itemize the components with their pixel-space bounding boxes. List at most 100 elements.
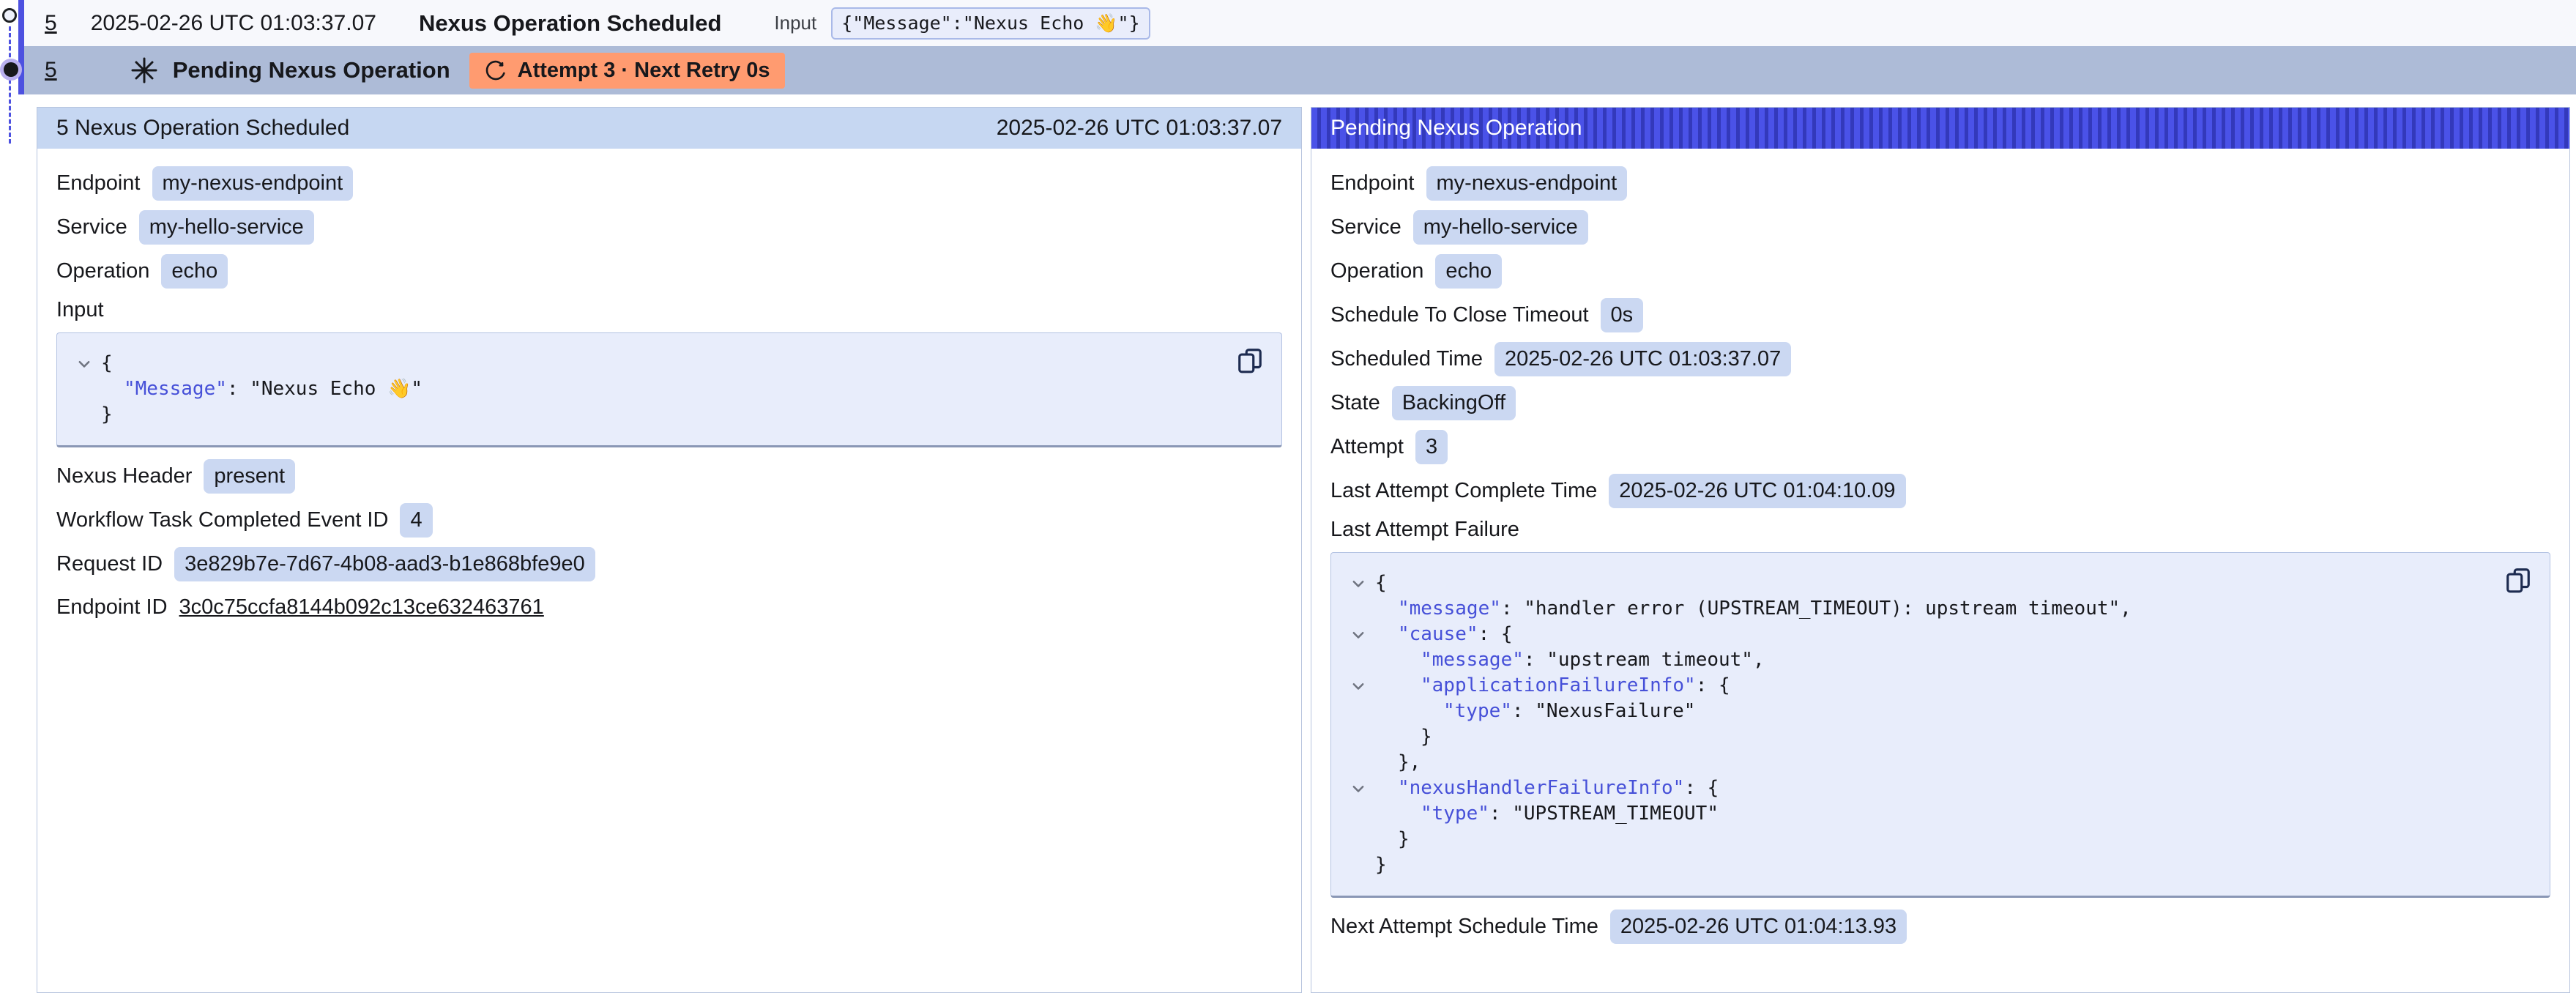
field-row-endpoint-id: Endpoint ID 3c0c75ccfa8144b092c13ce632463… [56,591,1282,623]
field-value-badge: my-nexus-endpoint [152,166,354,201]
field-row-operation: Operationecho [56,254,1282,289]
endpoint-id-link[interactable]: 3c0c75ccfa8144b092c13ce632463761 [179,595,544,620]
json-viewer: {"message": "handler error (UPSTREAM_TIM… [1330,552,2550,898]
json-key: "message" [1398,598,1501,620]
field-value-badge: 0s [1601,298,1644,332]
field-label: Operation [56,259,149,283]
field-label: Service [1330,215,1401,239]
field-label: Last Attempt Failure [1330,518,2550,542]
json-key: "type" [1421,803,1489,825]
code-text: }, [1375,750,1421,776]
json-key: "type" [1443,700,1512,722]
collapse-chevron-icon[interactable] [1341,678,1375,694]
field-label: Next Attempt Schedule Time [1330,915,1598,939]
collapse-chevron-icon[interactable] [1341,576,1375,592]
code-text: "message": "upstream timeout", [1375,647,1765,673]
field-value-badge: my-nexus-endpoint [1426,166,1628,201]
field-value-badge: my-hello-service [1413,210,1588,245]
pending-operation-body: Endpoint my-nexus-endpoint Service my-hello… [1311,149,2569,971]
event-row-nexus-operation-scheduled[interactable]: 5 2025-02-26 UTC 01:03:37.07 Nexus Opera… [24,0,2576,46]
json-text: } [1375,854,1387,876]
json-text: : { [1696,674,1730,696]
json-key: "message" [1421,649,1524,671]
field-value-badge: 2025-02-26 UTC 01:04:10.09 [1609,474,1905,508]
retry-badge-text: Attempt 3 · Next Retry 0s [518,59,770,83]
code-line: "cause": { [1341,622,2484,647]
field-row-schedule-to-close-timeout: Schedule To Close Timeout0s [1330,298,2550,332]
code-line: "message": "handler error (UPSTREAM_TIME… [1341,596,2484,622]
json-key: "nexusHandlerFailureInfo" [1398,777,1684,799]
field-value-badge: 3 [1415,430,1448,464]
field-row-request-id: Request ID3e829b7e-7d67-4b08-aad3-b1e868… [56,547,1282,581]
event-id-link[interactable]: 5 [45,11,57,36]
json-text: } [1421,726,1432,748]
field-row-scheduled-time: Scheduled Time2025-02-26 UTC 01:03:37.07 [1330,342,2550,376]
timeline-node-current-icon [4,62,18,77]
field-row-service: Service my-hello-service [56,210,1282,245]
code-line: }, [1341,750,2484,776]
json-text: : "NexusFailure" [1512,700,1695,722]
code-text: "applicationFailureInfo": { [1375,673,1730,699]
event-detail-title: 5 Nexus Operation Scheduled [56,116,349,141]
code-line: "message": "upstream timeout", [1341,647,2484,673]
event-timestamp: 2025-02-26 UTC 01:03:37.07 [91,11,376,36]
pending-nexus-operation-row[interactable]: 5 Pending Nexus Operation Attempt 3 · Ne… [24,46,2576,94]
json-key: "applicationFailureInfo" [1421,674,1696,696]
collapse-chevron-icon[interactable] [1341,781,1375,797]
code-text: } [1375,852,1387,878]
field-label: Endpoint ID [56,595,168,620]
event-detail-header: 5 Nexus Operation Scheduled 2025-02-26 U… [37,108,1301,149]
code-text: } [1375,827,1410,852]
field-value-badge: 2025-02-26 UTC 01:04:13.93 [1610,910,1907,944]
code-text: "nexusHandlerFailureInfo": { [1375,776,1719,801]
field-label: Scheduled Time [1330,347,1483,371]
field-label: State [1330,391,1380,415]
code-text: "message": "handler error (UPSTREAM_TIME… [1375,596,2132,622]
retry-badge: Attempt 3 · Next Retry 0s [469,53,785,89]
json-text: : { [1478,623,1513,645]
pending-event-id-link[interactable]: 5 [45,58,57,83]
pending-operation-header: Pending Nexus Operation [1311,108,2569,149]
json-text: }, [1398,751,1421,773]
json-text: { [101,352,113,374]
field-value-badge: my-hello-service [139,210,314,245]
field-row-endpoint: Endpoint my-nexus-endpoint [56,166,1282,201]
field-label: Input [56,298,1282,322]
field-value-badge: 3e829b7e-7d67-4b08-aad3-b1e868bfe9e0 [174,547,595,581]
field-row-endpoint: Endpoint my-nexus-endpoint [1330,166,2550,201]
field-label: Nexus Header [56,464,192,488]
event-input-value-chip: {"Message":"Nexus Echo 👋"} [831,7,1150,40]
pending-asterisk-icon [130,56,158,84]
field-label: Service [56,215,127,239]
code-text: { [101,351,113,376]
copy-icon[interactable] [1236,346,1264,374]
copy-icon[interactable] [2504,566,2532,594]
field-label: Endpoint [1330,171,1415,196]
json-text: } [101,403,113,425]
json-text: : "Nexus Echo 👋" [227,378,422,400]
code-text: { [1375,570,1387,596]
field-label: Attempt [1330,435,1404,459]
pending-operation-title: Pending Nexus Operation [1330,116,1582,141]
collapse-chevron-icon[interactable] [1341,627,1375,643]
field-row-nexus-header: Nexus Headerpresent [56,459,1282,494]
field-value-badge: 4 [400,503,432,538]
timeline-active-bar [18,0,24,94]
code-line: "type": "NexusFailure" [1341,699,2484,724]
code-text: } [1375,724,1432,750]
code-line: } [1341,724,2484,750]
field-row-state: StateBackingOff [1330,386,2550,420]
event-detail-timestamp: 2025-02-26 UTC 01:03:37.07 [997,116,1282,141]
json-text: : "UPSTREAM_TIMEOUT" [1489,803,1719,825]
collapse-chevron-icon[interactable] [67,356,101,372]
json-key: "cause" [1398,623,1478,645]
field-label: Endpoint [56,171,141,196]
code-text: "type": "NexusFailure" [1375,699,1695,724]
code-line: { [67,351,1216,376]
field-row-next-attempt-schedule-time: Next Attempt Schedule Time 2025-02-26 UTC… [1330,910,2550,944]
field-input: Input {"Message": "Nexus Echo 👋"} [56,298,1282,447]
field-row-operation: Operationecho [1330,254,2550,289]
json-text: : "upstream timeout", [1524,649,1765,671]
timeline-node-event-icon [2,8,17,23]
field-label: Operation [1330,259,1423,283]
